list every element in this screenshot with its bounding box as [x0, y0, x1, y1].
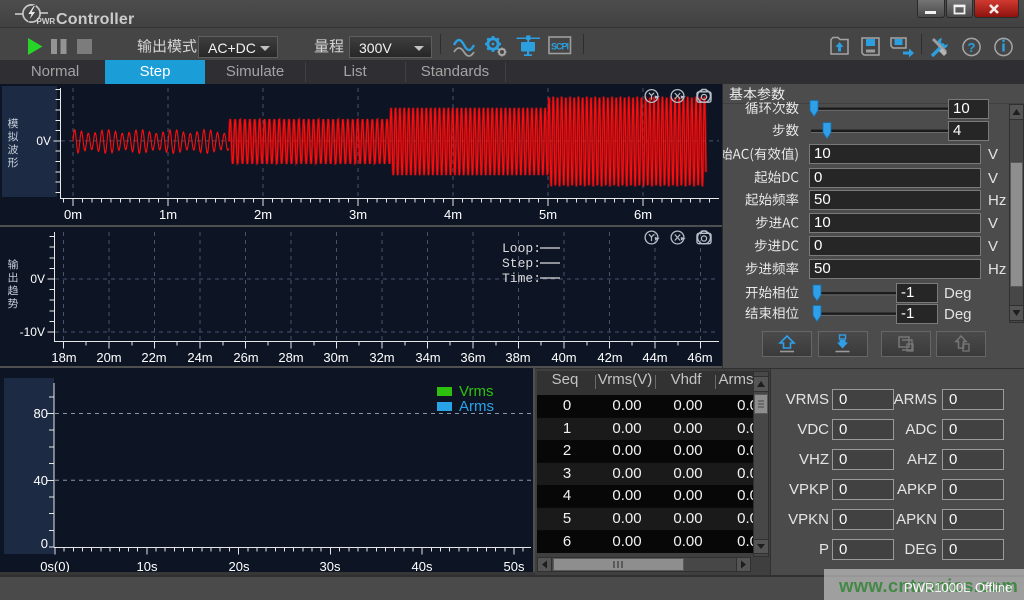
svg-text:36m: 36m — [460, 350, 485, 365]
svg-text:46m: 46m — [687, 350, 712, 365]
svg-text:6m: 6m — [634, 207, 652, 222]
svg-text:32m: 32m — [369, 350, 394, 365]
svg-text:-10V: -10V — [20, 325, 45, 339]
svg-text:30m: 30m — [323, 350, 348, 365]
svg-text:24m: 24m — [187, 350, 212, 365]
svg-text:50s: 50s — [504, 559, 525, 574]
svg-text:Step:: Step: — [502, 256, 541, 271]
svg-text:20m: 20m — [96, 350, 121, 365]
svg-text:0m: 0m — [64, 207, 82, 222]
svg-text:SCPI: SCPI — [551, 42, 569, 52]
svg-text:30s: 30s — [320, 559, 341, 574]
svg-text:?: ? — [968, 40, 976, 55]
svg-text:22m: 22m — [141, 350, 166, 365]
svg-text:2m: 2m — [254, 207, 272, 222]
svg-text:4m: 4m — [444, 207, 462, 222]
svg-text:10s: 10s — [137, 559, 158, 574]
svg-text:Arms: Arms — [459, 398, 494, 415]
svg-text:0V: 0V — [36, 134, 51, 148]
svg-text:1m: 1m — [159, 207, 177, 222]
svg-text:80: 80 — [34, 406, 48, 421]
svg-text:42m: 42m — [597, 350, 622, 365]
svg-text:5m: 5m — [539, 207, 557, 222]
svg-text:44m: 44m — [642, 350, 667, 365]
svg-text:0V: 0V — [30, 272, 45, 286]
svg-text:28m: 28m — [278, 350, 303, 365]
svg-text:0s(0): 0s(0) — [40, 559, 70, 574]
svg-text:3m: 3m — [349, 207, 367, 222]
svg-text:20s: 20s — [229, 559, 250, 574]
svg-text:38m: 38m — [505, 350, 530, 365]
svg-text:26m: 26m — [233, 350, 258, 365]
svg-text:34m: 34m — [415, 350, 440, 365]
svg-text:Loop:: Loop: — [502, 241, 541, 256]
svg-text:18m: 18m — [51, 350, 76, 365]
svg-text:40: 40 — [34, 473, 48, 488]
svg-text:40s: 40s — [412, 559, 433, 574]
svg-text:PWR: PWR — [37, 17, 56, 26]
svg-text:40m: 40m — [551, 350, 576, 365]
svg-text:Time:: Time: — [502, 271, 541, 286]
svg-text:0: 0 — [41, 536, 48, 551]
